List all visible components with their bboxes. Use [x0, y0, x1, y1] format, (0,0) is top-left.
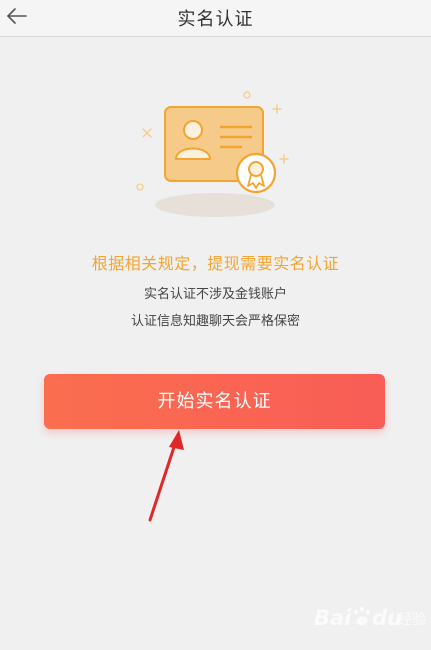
svg-text:Bai: Bai	[314, 606, 352, 630]
description-line-2: 认证信息知趣聊天会严格保密	[130, 314, 300, 329]
description-line-1: 实名认证不涉及金钱账户	[143, 287, 287, 302]
baidu-jingyan-watermark: Bai du 经验	[314, 606, 426, 630]
id-card-illustration	[125, 85, 305, 225]
top-bar: 实名认证	[0, 0, 431, 37]
start-verification-button[interactable]: 开始实名认证	[44, 374, 385, 429]
annotation-arrow	[148, 430, 184, 522]
id-card-icon	[136, 91, 289, 217]
page-title: 实名认证	[177, 9, 254, 30]
requirement-notice: 根据相关规定，提现需要实名认证	[91, 254, 340, 273]
svg-text:经验: 经验	[398, 612, 426, 628]
